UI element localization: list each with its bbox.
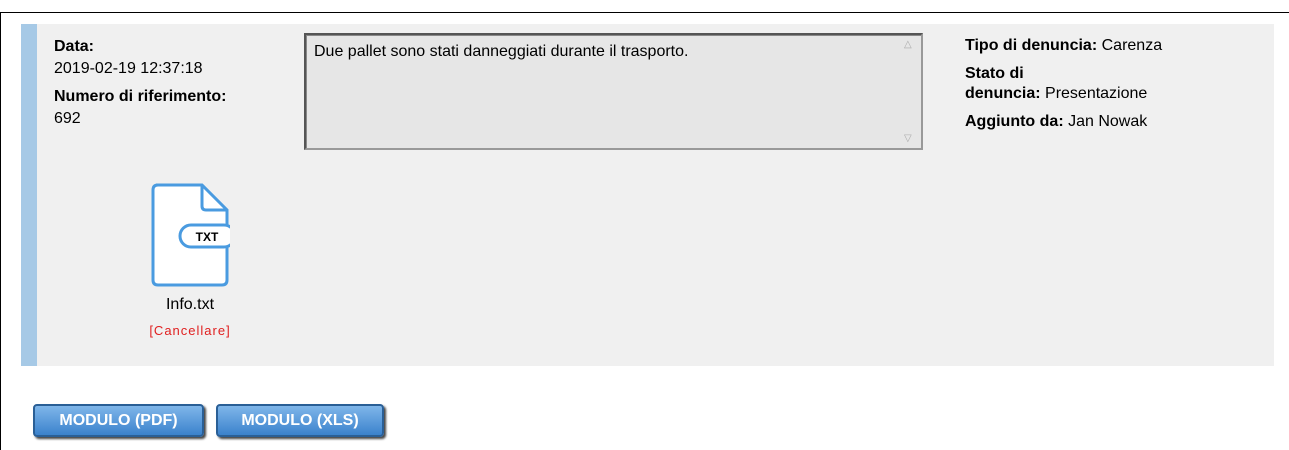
form-pdf-button[interactable]: MODULO (PDF) (33, 404, 204, 437)
date-value: 2019-02-19 12:37:18 (54, 60, 203, 77)
complaint-details: Tipo di denuncia: Carenza Stato di denun… (965, 36, 1162, 140)
delete-attachment-link[interactable]: [Cancellare] (130, 323, 250, 338)
complaint-state-label-line1: Stato di (965, 65, 1024, 82)
txt-file-icon[interactable]: TXT (150, 182, 230, 288)
reference-value: 692 (54, 110, 81, 127)
complaint-type-value: Carenza (1101, 37, 1163, 54)
left-divider (0, 12, 1, 450)
date-label: Data: (54, 38, 95, 55)
complaint-page: Data: 2019-02-19 12:37:18 Numero di rife… (0, 0, 1289, 450)
added-by-row: Aggiunto da: Jan Nowak (965, 112, 1162, 132)
top-divider (0, 12, 1289, 13)
scroll-up-icon[interactable]: △ (904, 39, 912, 50)
complaint-type-row: Tipo di denuncia: Carenza (965, 36, 1162, 56)
form-xls-button[interactable]: MODULO (XLS) (216, 404, 384, 437)
attachment-item: TXT Info.txt [Cancellare] (149, 182, 230, 338)
complaint-state-label-line2: denuncia: (965, 85, 1041, 102)
description-text: Due pallet sono stati danneggiati durant… (314, 43, 689, 60)
complaint-state-row: Stato di denuncia: Presentazione (965, 64, 1162, 104)
description-textarea[interactable]: Due pallet sono stati danneggiati durant… (304, 33, 923, 150)
added-by-value: Jan Nowak (1068, 113, 1148, 130)
scroll-down-icon[interactable]: ▽ (904, 133, 912, 144)
complaint-state-value: Presentazione (1045, 85, 1148, 102)
added-by-label: Aggiunto da: (965, 113, 1064, 130)
attachment-filename[interactable]: Info.txt (130, 296, 250, 314)
complaint-meta: Data: 2019-02-19 12:37:18 Numero di rife… (54, 36, 226, 130)
textarea-scrollbar[interactable]: △ ▽ (899, 37, 919, 146)
txt-badge-text: TXT (196, 230, 219, 244)
reference-label: Numero di riferimento: (54, 88, 227, 105)
complaint-type-label: Tipo di denuncia: (965, 37, 1098, 54)
